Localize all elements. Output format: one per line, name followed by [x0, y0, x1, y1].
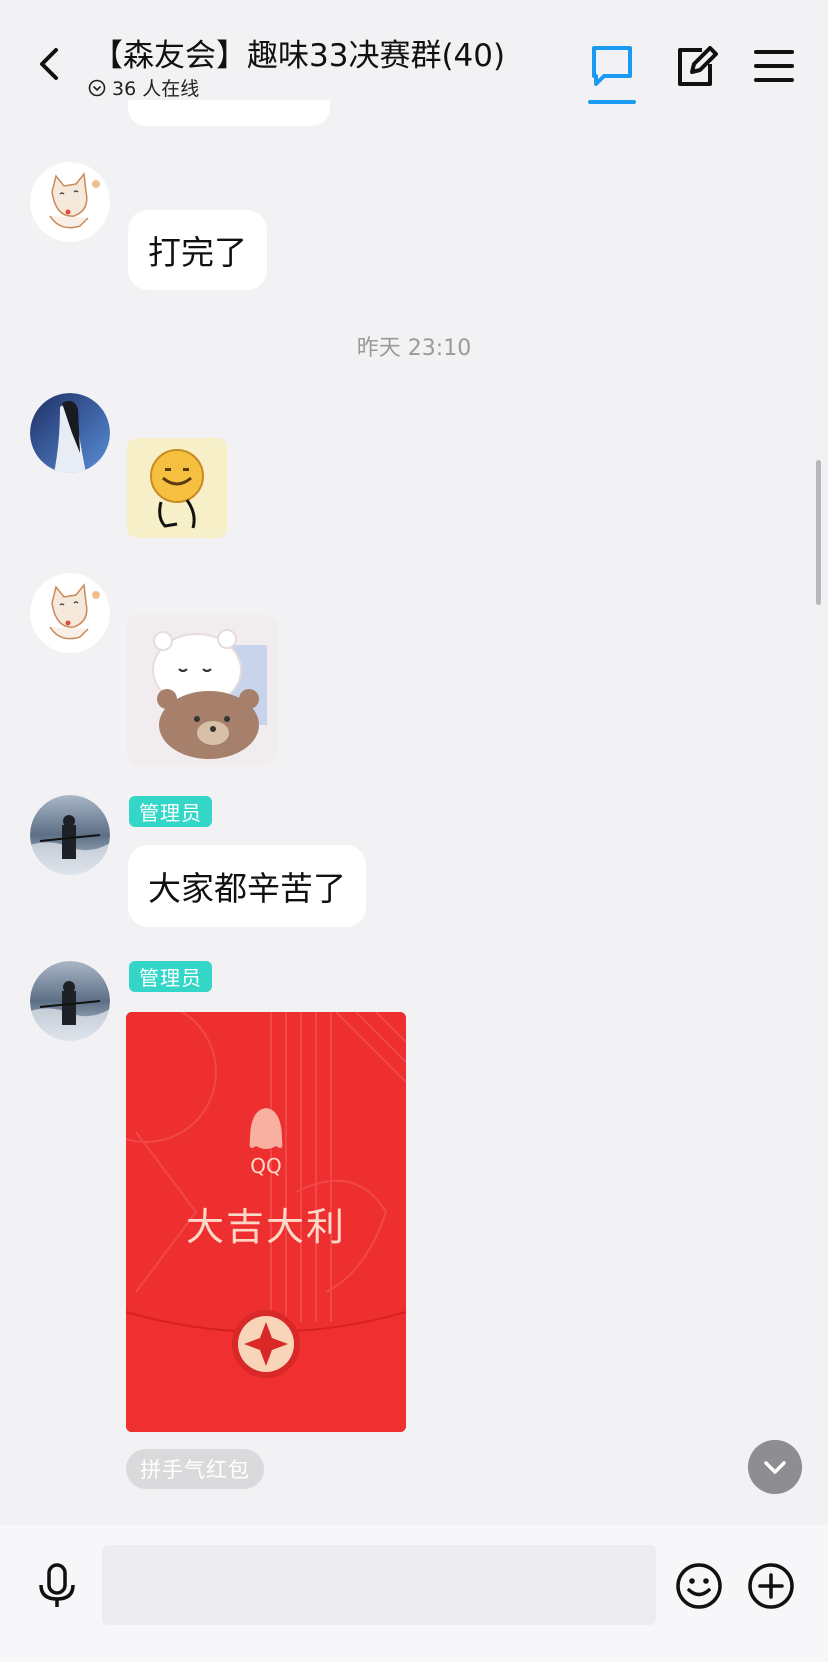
chat-header: 【森友会】趣味33决赛群(40) 36 人在线 — [0, 0, 828, 112]
message-text: 大家都辛苦了 — [148, 869, 346, 908]
red-packet-type: 拼手气红包 — [126, 1449, 264, 1489]
emoji-icon[interactable] — [674, 1561, 724, 1611]
message-text: 打完了 — [148, 233, 247, 272]
active-tab-indicator — [588, 100, 636, 104]
admin-badge: 管理员 — [129, 961, 212, 992]
scroll-to-bottom-button[interactable] — [748, 1440, 802, 1494]
timestamp: 昨天 23:10 — [356, 336, 472, 361]
message-bubble[interactable]: 大家都辛苦了 — [128, 845, 366, 927]
menu-icon[interactable] — [750, 42, 798, 90]
avatar-anime[interactable] — [30, 393, 110, 473]
admin-badge: 管理员 — [129, 796, 212, 827]
microphone-icon[interactable] — [32, 1561, 82, 1611]
red-packet-brand: QQ — [250, 1154, 282, 1178]
input-bar — [0, 1525, 828, 1662]
message-bubble-partial — [128, 100, 330, 126]
chat-bubble-icon[interactable] — [588, 42, 636, 90]
edit-note-icon[interactable] — [672, 42, 720, 90]
chevron-down-circle-icon — [88, 79, 106, 96]
online-count: 36 人在线 — [112, 78, 200, 100]
red-packet[interactable]: QQ 大吉大利 — [126, 1012, 406, 1432]
avatar-admin[interactable] — [30, 961, 110, 1041]
message-input[interactable] — [102, 1545, 656, 1625]
scrollbar[interactable] — [816, 460, 821, 605]
avatar-cat[interactable] — [30, 573, 110, 653]
sticker-smiley[interactable] — [127, 438, 227, 538]
red-packet-greeting: 大吉大利 — [185, 1205, 346, 1249]
avatar-cat[interactable] — [30, 162, 110, 242]
group-title[interactable]: 【森友会】趣味33决赛群(40) — [92, 30, 505, 75]
sticker-bear[interactable] — [127, 615, 277, 765]
online-status[interactable]: 36 人在线 — [88, 74, 199, 101]
message-bubble[interactable]: 打完了 — [128, 210, 267, 290]
add-icon[interactable] — [746, 1561, 796, 1611]
back-arrow-icon[interactable] — [30, 42, 70, 86]
avatar-admin[interactable] — [30, 795, 110, 875]
